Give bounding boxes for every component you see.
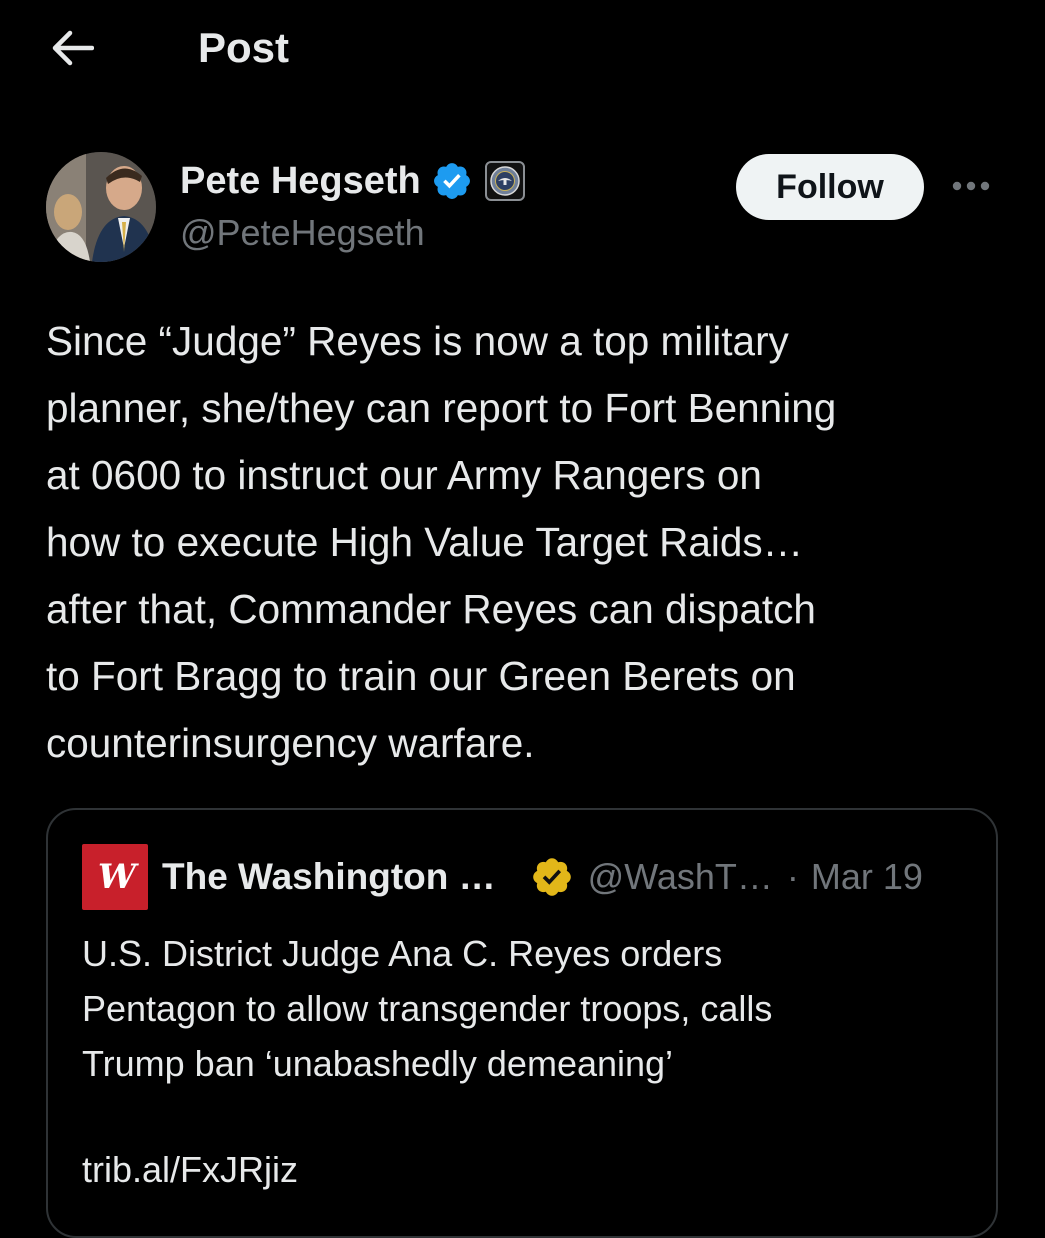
arrow-left-icon [52,30,94,66]
department-of-defense-seal-icon[interactable] [484,161,525,201]
display-name[interactable]: Pete Hegseth [180,160,421,203]
author-handle[interactable]: @PeteHegseth [180,212,425,254]
top-bar: Post [0,0,1045,96]
post-text: Since “Judge” Reyes is now a top militar… [46,318,837,766]
gold-verified-badge-icon [530,855,574,899]
logo-text: W [97,857,136,897]
quoted-text: U.S. District Judge Ana C. Reyes orders … [82,933,773,1084]
quoted-post[interactable]: W The Washington … @WashT… · Mar 19 U.S.… [46,808,998,1238]
avatar-photo [46,152,156,262]
back-button[interactable] [44,22,100,74]
post-author: Pete Hegseth @PeteHegseth Follow [46,152,1006,264]
quoted-handle: @WashT… [587,856,773,897]
more-options-button[interactable] [946,166,996,206]
more-options-icon [952,181,990,191]
avatar[interactable] [46,152,156,262]
verified-badge-icon[interactable] [431,160,473,202]
quoted-date: Mar 19 [810,856,923,897]
follow-button[interactable]: Follow [736,154,924,220]
washington-times-logo: W [82,844,148,910]
separator-dot: · [786,856,799,897]
quoted-link[interactable]: trib.al/FxJRjiz [82,1142,298,1197]
name-row: Pete Hegseth [180,156,525,206]
page-title: Post [198,24,290,71]
quoted-display-name: The Washington … [162,856,496,897]
quoted-post-header: W The Washington … @WashT… · Mar 19 [82,844,923,910]
